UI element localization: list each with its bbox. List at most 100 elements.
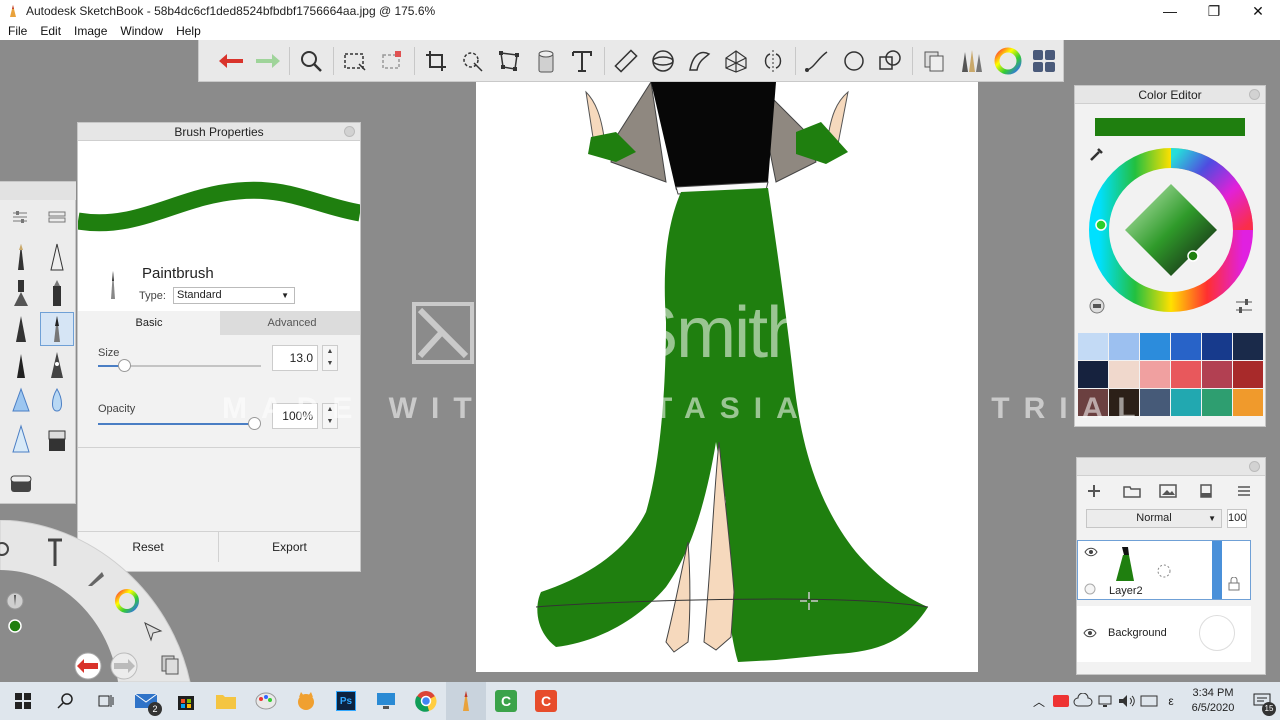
size-input[interactable]: 13.0	[272, 345, 318, 371]
menu-window[interactable]: Window	[120, 24, 163, 38]
color-swatch[interactable]	[1202, 389, 1232, 416]
size-slider-handle[interactable]	[118, 359, 131, 372]
ruler-icon[interactable]	[608, 43, 644, 79]
soft-eraser-brush[interactable]	[4, 466, 38, 500]
color-swatch[interactable]	[1202, 361, 1232, 388]
text-icon[interactable]	[565, 43, 601, 79]
lagoon-copy-icon[interactable]	[160, 654, 180, 676]
close-button[interactable]: ✕	[1236, 0, 1280, 22]
ellipse-guide-icon[interactable]	[645, 43, 681, 79]
clear-layer-icon[interactable]	[1199, 484, 1213, 498]
hard-eraser-brush[interactable]	[4, 422, 38, 456]
color-wheel[interactable]	[1087, 146, 1255, 314]
search-icon[interactable]	[46, 682, 86, 720]
blend-brush[interactable]	[4, 384, 38, 418]
start-button[interactable]	[0, 682, 46, 720]
current-color-dot[interactable]	[8, 619, 22, 633]
undo-icon[interactable]	[213, 43, 249, 79]
tray-cloud-icon[interactable]	[1072, 693, 1094, 709]
color-swatch[interactable]	[1078, 389, 1108, 416]
close-color-editor-icon[interactable]	[1249, 89, 1260, 100]
color-swatch[interactable]	[1109, 389, 1139, 416]
color-swatch[interactable]	[1140, 361, 1170, 388]
close-layer-editor-icon[interactable]	[1249, 461, 1260, 472]
brush-color-mode-icon[interactable]	[1089, 298, 1105, 314]
layer-menu-icon[interactable]	[1237, 484, 1251, 498]
language-indicator[interactable]: ε	[1160, 694, 1182, 708]
color-swatch[interactable]	[1140, 389, 1170, 416]
layer-opacity-bar[interactable]	[1212, 541, 1222, 599]
color-sliders-icon[interactable]	[1235, 298, 1253, 314]
color-swatch[interactable]	[1171, 389, 1201, 416]
crop-icon[interactable]	[418, 43, 454, 79]
symmetry-icon[interactable]	[755, 43, 791, 79]
french-curve-icon[interactable]	[682, 43, 718, 79]
camtasia-editor-icon[interactable]: C	[526, 682, 566, 720]
lasso-select-icon[interactable]	[374, 43, 410, 79]
menu-image[interactable]: Image	[74, 24, 107, 38]
cat-app-icon[interactable]	[286, 682, 326, 720]
color-swatch[interactable]	[1078, 333, 1108, 360]
camtasia-recorder-icon[interactable]: C	[486, 682, 526, 720]
layer-row[interactable]: Layer2	[1077, 540, 1251, 600]
opacity-stepper[interactable]: ▲ ▼	[322, 403, 338, 429]
task-view-icon[interactable]	[86, 682, 126, 720]
tray-app-icon[interactable]	[1050, 693, 1072, 709]
drawing-canvas[interactable]	[476, 82, 978, 672]
brush-type-dropdown[interactable]: Standard ▼	[173, 287, 295, 304]
ellipse-icon[interactable]	[836, 43, 872, 79]
menu-file[interactable]: File	[8, 24, 27, 38]
eye-icon[interactable]	[1084, 547, 1098, 557]
color-swatch[interactable]	[1109, 333, 1139, 360]
export-button[interactable]: Export	[219, 532, 360, 562]
select-arrow-icon[interactable]	[142, 620, 164, 642]
redo-icon[interactable]	[250, 43, 286, 79]
paintbrush-tool[interactable]	[40, 312, 74, 346]
zoom-icon[interactable]	[293, 43, 329, 79]
color-swatch[interactable]	[1171, 333, 1201, 360]
shape-icon[interactable]	[872, 43, 908, 79]
ballpoint-brush[interactable]	[4, 348, 38, 382]
rotate-icon[interactable]	[0, 540, 10, 558]
brush-size-indicator-icon[interactable]	[6, 592, 24, 610]
color-swatch[interactable]	[1171, 361, 1201, 388]
eye-icon[interactable]	[1083, 628, 1097, 638]
lagoon-redo-icon[interactable]	[108, 652, 140, 680]
technical-pen-brush[interactable]	[40, 240, 74, 274]
minimize-button[interactable]: —	[1148, 0, 1192, 22]
color-swatch[interactable]	[1233, 389, 1263, 416]
lagoon-undo-icon[interactable]	[72, 652, 104, 680]
perspective-icon[interactable]	[719, 43, 755, 79]
close-panel-icon[interactable]	[344, 126, 355, 137]
lagoon-color-wheel-icon[interactable]	[114, 588, 140, 614]
clock[interactable]: 3:34 PM 6/5/2020	[1182, 686, 1244, 716]
airbrush-brush[interactable]	[4, 276, 38, 310]
hand-pan-icon[interactable]	[44, 538, 66, 568]
inking-pen-brush[interactable]	[4, 312, 38, 346]
tab-basic[interactable]: Basic	[78, 311, 220, 335]
color-swatch[interactable]	[1109, 361, 1139, 388]
brushes-icon[interactable]	[953, 43, 989, 79]
color-swatch[interactable]	[1078, 361, 1108, 388]
brush-settings-icon[interactable]	[12, 210, 28, 224]
color-swatch[interactable]	[1233, 361, 1263, 388]
color-swatch[interactable]	[1140, 333, 1170, 360]
menu-edit[interactable]: Edit	[40, 24, 61, 38]
add-image-icon[interactable]	[1159, 484, 1177, 498]
file-explorer-icon[interactable]	[206, 682, 246, 720]
layer-group-icon[interactable]	[1123, 484, 1141, 498]
eraser-brush[interactable]	[40, 422, 74, 456]
fountain-pen-brush[interactable]	[40, 348, 74, 382]
color-wheel-icon[interactable]	[990, 43, 1026, 79]
maximize-button[interactable]: ❐	[1192, 0, 1236, 22]
lock-icon[interactable]	[1228, 577, 1240, 591]
background-color-swatch[interactable]	[1199, 615, 1235, 651]
paint-icon[interactable]	[246, 682, 286, 720]
photoshop-icon[interactable]: Ps	[326, 682, 366, 720]
add-layer-icon[interactable]	[1087, 484, 1101, 498]
color-swatch[interactable]	[1233, 333, 1263, 360]
remote-desktop-icon[interactable]	[366, 682, 406, 720]
blend-mode-dropdown[interactable]: Normal ▼	[1086, 509, 1222, 528]
store-icon[interactable]	[166, 682, 206, 720]
distort-icon[interactable]	[491, 43, 527, 79]
